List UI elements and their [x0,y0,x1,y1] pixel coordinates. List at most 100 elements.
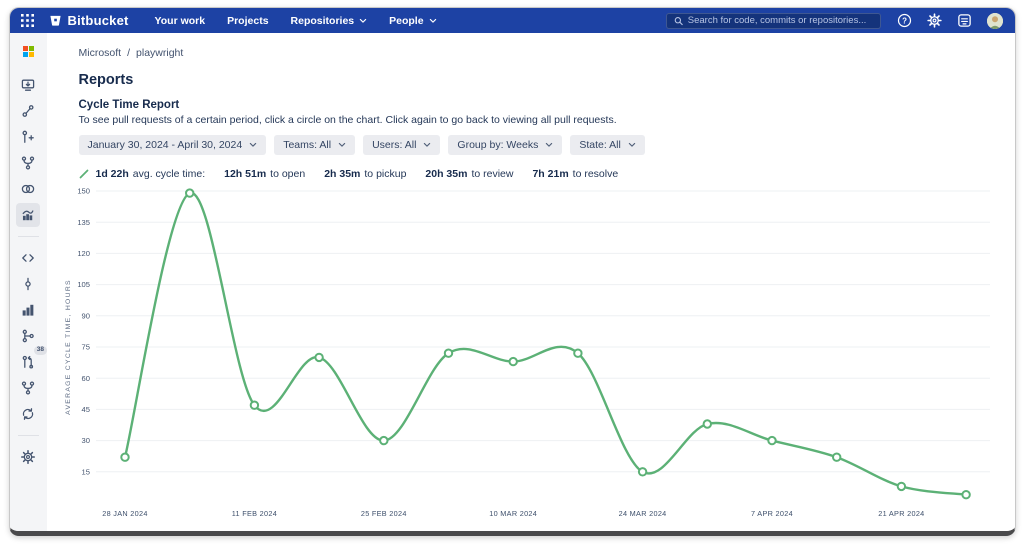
x-tick-label: 7 APR 2024 [751,509,793,518]
cycle-time-summary: 1d 22h avg. cycle time: 12h 51m to open 2h 3… [79,168,1005,180]
sidebar-item-bar-chart[interactable] [16,298,40,322]
data-point-10-mar-2024[interactable] [508,356,518,367]
cycle-time-chart[interactable]: 15 30 45 60 75 90 105 120 135 150 AVERAGE CYCLE TI… [60,182,1005,528]
sync-icon [22,408,34,420]
trend-line-icon [79,169,88,179]
main-content: Microsoft / playwright Reports Cycle Tim… [46,33,1015,531]
data-point-3-mar-2024[interactable] [443,348,453,358]
commit-pole-icon [25,277,31,291]
avatar-illustration [986,12,1003,29]
breadcrumb-separator: / [127,47,131,59]
nav-link-your-work[interactable]: Your work [155,15,206,27]
search-box[interactable] [665,12,881,29]
chevron-down-icon [429,18,436,23]
data-point-18-feb-2024[interactable] [313,352,324,363]
chevron-down-icon [249,142,257,147]
sidebar-item-fork[interactable] [16,151,40,175]
breadcrumb-project[interactable]: Microsoft [79,47,122,59]
summary-stat-1: 12h 51m to open [224,168,306,180]
report-title: Cycle Time Report [78,99,180,111]
sidebar-item-branch-graph[interactable] [16,324,40,348]
help-icon[interactable]: ? [897,13,912,28]
pull-requests-icon [22,355,34,369]
page-title: Reports [78,72,134,88]
sidebar-item-sync[interactable] [16,402,40,426]
fork-icon [21,156,35,170]
sidebar-item-commit-pole[interactable] [16,272,40,296]
browser-window: Bitbucket Your work Projects Repositories P… [8,7,1016,536]
sidebar-divider [17,236,39,237]
sidebar-item-settings-gear[interactable] [16,445,40,469]
sidebar-item-clone-monitor[interactable] [16,73,40,97]
y-tick-label: 15 [81,467,89,476]
filter-teams[interactable]: Teams: All [274,135,356,155]
summary-stat-4: 7h 21m to resolve [532,168,619,180]
data-point-11-feb-2024[interactable] [249,400,259,410]
report-description: To see pull requests of a certain period… [78,114,617,126]
user-avatar[interactable] [986,12,1003,29]
microsoft-logo[interactable] [22,46,34,57]
summary-stat-0: 1d 22h avg. cycle time: [95,168,206,180]
filter-users[interactable]: Users: All [363,135,441,155]
filter-date-range[interactable]: January 30, 2024 - April 30, 2024 [78,135,267,155]
settings-gear-icon [21,450,35,464]
commit-graph-icon [22,105,34,117]
brand-name: Bitbucket [67,13,129,28]
bitbucket-logo[interactable]: Bitbucket [48,13,129,28]
data-point-28-jan-2024[interactable] [119,452,130,462]
search-input[interactable] [687,15,873,26]
sidebar-item-reports-chart[interactable] [16,203,40,227]
chevron-down-icon [546,142,553,147]
x-tick-label: 21 APR 2024 [878,509,924,518]
bar-chart-icon [22,304,34,316]
y-tick-label: 75 [81,343,89,352]
data-point-17-mar-2024[interactable] [572,348,583,358]
sidebar-badge: 38 [33,346,47,355]
y-tick-label: 105 [77,280,90,289]
nav-link-projects[interactable]: Projects [227,15,268,27]
breadcrumb-repo[interactable]: playwright [136,47,183,59]
y-tick-label: 45 [81,405,89,414]
filter-group-by[interactable]: Group by: Weeks [448,135,563,155]
sidebar-item-fork2[interactable] [16,376,40,400]
y-tick-label: 90 [81,311,89,320]
y-tick-label: 120 [77,249,90,258]
sidebar-item-pull-requests[interactable]: 38 [16,346,47,374]
chevron-down-icon [628,142,636,147]
sidebar-item-overlap-circles[interactable] [16,177,40,201]
navbar-right-icons: ? [897,12,1003,29]
filter-bar: January 30, 2024 - April 30, 2024 Teams: … [78,135,1005,155]
chevron-down-icon [424,142,431,147]
data-point-25-feb-2024[interactable] [378,435,388,446]
y-tick-label: 150 [77,187,90,196]
breadcrumb: Microsoft / playwright [79,47,1005,59]
data-point-7-apr-2024[interactable] [766,435,777,446]
data-point-24-mar-2024[interactable] [637,467,647,477]
feedback-icon[interactable] [957,13,972,28]
svg-text:?: ? [902,16,907,25]
app-switcher-icon[interactable] [20,14,34,27]
nav-link-people[interactable]: People [389,15,436,27]
sidebar-item-pull-request-create[interactable] [16,125,40,149]
filter-state[interactable]: State: All [570,135,645,155]
sidebar-item-commit-graph[interactable] [16,99,40,123]
x-tick-label: 25 FEB 2024 [360,509,406,518]
chevron-down-icon [338,142,346,147]
summary-stat-3: 20h 35m to review [425,168,514,180]
data-point-14-apr-2024[interactable] [831,452,841,462]
left-sidebar: 38 [9,33,47,531]
x-tick-label: 24 MAR 2024 [618,509,666,518]
gear-icon[interactable] [926,13,942,28]
data-point-21-apr-2024[interactable] [896,481,906,492]
nav-link-repositories[interactable]: Repositories [291,15,368,27]
sidebar-item-code[interactable] [16,246,40,270]
data-point-28-apr-2024[interactable] [960,490,971,500]
cycle-time-line [123,191,967,496]
data-point-31-mar-2024[interactable] [702,419,712,429]
summary-stat-2: 2h 35m to pickup [324,168,407,180]
pull-request-create-icon [22,130,34,143]
chevron-down-icon [359,18,367,23]
clone-monitor-icon [21,79,35,91]
nav-links: Your work Projects Repositories People [155,15,437,27]
data-point-4-feb-2024[interactable] [184,188,194,198]
